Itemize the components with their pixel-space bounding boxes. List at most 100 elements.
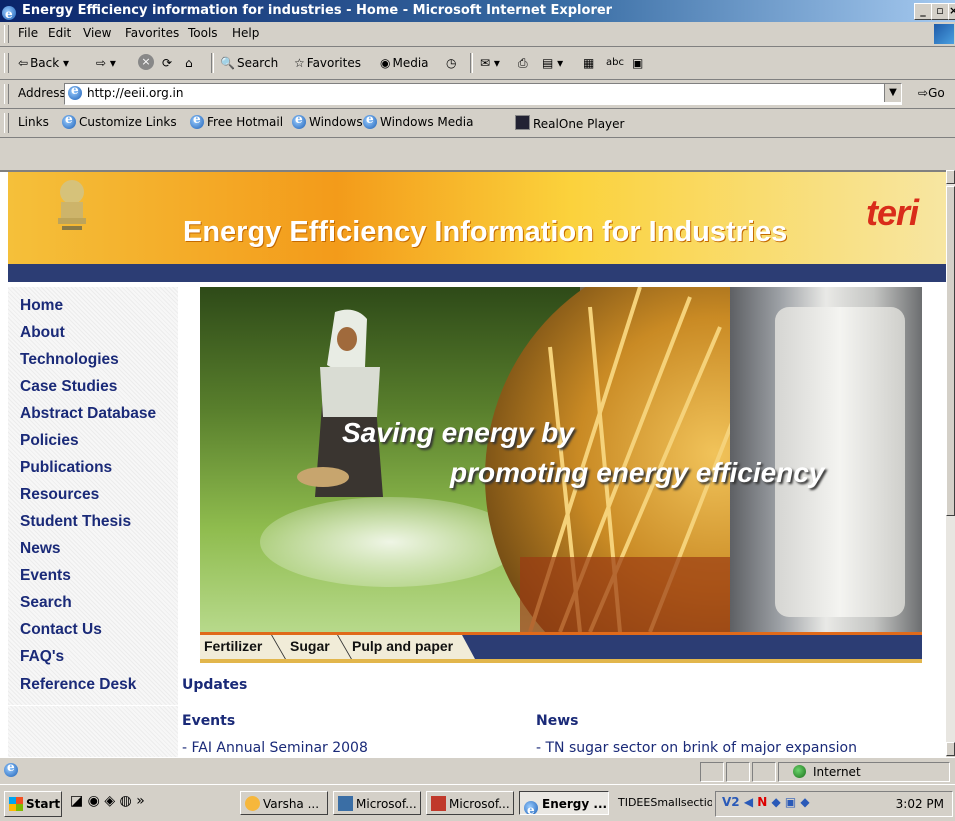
- address-url: http://eeii.org.in: [87, 86, 184, 100]
- nav-resources[interactable]: Resources: [20, 486, 99, 504]
- nav-publications[interactable]: Publications: [20, 459, 112, 477]
- security-zone: Internet: [778, 762, 950, 782]
- nav-technologies[interactable]: Technologies: [20, 351, 119, 369]
- vertical-scrollbar[interactable]: [946, 170, 955, 756]
- spellcheck-icon[interactable]: abc: [606, 54, 624, 72]
- nav-case-studies[interactable]: Case Studies: [20, 378, 117, 396]
- address-bar: Address http://eeii.org.in ▼ ⇨Go: [0, 80, 955, 109]
- favorites-button[interactable]: ☆ Favorites: [294, 54, 361, 72]
- menu-tools[interactable]: Tools: [188, 26, 218, 40]
- back-button[interactable]: ⇦ Back ▾: [18, 54, 69, 72]
- hero-slogan-line1: Saving energy by: [342, 417, 574, 448]
- links-bar: Links Customize Links Free Hotmail Windo…: [0, 109, 955, 138]
- task-microsoft-2[interactable]: Microsof...: [426, 791, 514, 815]
- start-button[interactable]: Start: [4, 791, 62, 817]
- edit-icon[interactable]: ▤ ▾: [542, 54, 563, 72]
- teri-logo[interactable]: teri: [866, 192, 919, 234]
- link-windows-media[interactable]: Windows Media: [363, 112, 473, 129]
- sector-tabs: Fertilizer Sugar Pulp and paper: [200, 632, 922, 663]
- menu-favorites[interactable]: Favorites: [125, 26, 179, 40]
- task-tideesmallsection[interactable]: TIDEESmallsection: [614, 791, 712, 815]
- menu-bar: File Edit View Favorites Tools Help: [0, 22, 955, 47]
- internet-explorer-icon: [2, 3, 18, 25]
- nav-about[interactable]: About: [20, 324, 65, 342]
- window-title: Energy Efficiency information for indust…: [22, 3, 613, 18]
- nav-student-thesis[interactable]: Student Thesis: [20, 513, 131, 531]
- link-windows[interactable]: Windows: [292, 112, 363, 129]
- page-status-icon: [4, 760, 21, 777]
- address-input[interactable]: http://eeii.org.in ▼: [64, 83, 902, 105]
- links-label: Links: [18, 115, 49, 129]
- go-button[interactable]: ⇨Go: [918, 86, 945, 100]
- nav-policies[interactable]: Policies: [20, 432, 79, 450]
- nav-home[interactable]: Home: [20, 297, 63, 315]
- banner-strip: [8, 264, 946, 282]
- address-dropdown-icon[interactable]: ▼: [884, 84, 901, 102]
- quick-launch-icons[interactable]: ◪ ◉ ◈ ◍ »: [70, 793, 145, 809]
- maximize-button[interactable]: ▫: [931, 3, 949, 20]
- hero-slogan-line2: promoting energy efficiency: [450, 457, 825, 488]
- search-button[interactable]: 🔍 Search: [220, 54, 278, 72]
- windows-logo-icon: [9, 797, 23, 811]
- tab-pulp-and-paper[interactable]: Pulp and paper: [352, 638, 453, 654]
- banner-title: Energy Efficiency Information for Indust…: [183, 216, 788, 248]
- national-emblem-icon: [58, 180, 86, 230]
- events-heading: Events: [182, 713, 236, 729]
- nav-abstract-database[interactable]: Abstract Database: [20, 405, 156, 423]
- home-icon[interactable]: ⌂: [185, 54, 193, 72]
- tab-fertilizer[interactable]: Fertilizer: [204, 638, 262, 654]
- link-customize-links[interactable]: Customize Links: [62, 112, 177, 129]
- print-icon[interactable]: ⎙: [518, 54, 528, 72]
- nav-events[interactable]: Events: [20, 567, 71, 585]
- windows-flag-icon: [934, 24, 954, 44]
- tab-sugar[interactable]: Sugar: [290, 638, 330, 654]
- scroll-thumb[interactable]: [946, 186, 955, 516]
- status-bar: Internet: [0, 757, 955, 784]
- refresh-icon[interactable]: ⟳: [162, 54, 172, 72]
- scroll-down-button[interactable]: [946, 742, 955, 756]
- nav-contact-us[interactable]: Contact Us: [20, 621, 102, 639]
- link-free-hotmail[interactable]: Free Hotmail: [190, 112, 283, 129]
- standard-toolbar: ⇦ Back ▾ ⇨ ▾ × ⟳ ⌂ 🔍 Search ☆ Favorites ◉ Me…: [0, 47, 955, 80]
- updates-heading: Updates: [182, 677, 248, 693]
- messenger-icon[interactable]: ▣: [632, 54, 643, 72]
- clock: 3:02 PM: [895, 797, 944, 811]
- events-item[interactable]: - FAI Annual Seminar 2008: [182, 740, 368, 756]
- site-banner: Energy Efficiency Information for Indust…: [8, 172, 946, 264]
- task-varsha[interactable]: Varsha ...: [240, 791, 328, 815]
- page-viewport[interactable]: Energy Efficiency Information for Indust…: [0, 170, 946, 758]
- media-button[interactable]: ◉ Media: [380, 54, 429, 72]
- nav-faqs[interactable]: FAQ's: [20, 648, 64, 666]
- menu-edit[interactable]: Edit: [48, 26, 71, 40]
- page-icon: [68, 83, 85, 100]
- window-title-bar[interactable]: Energy Efficiency information for indust…: [0, 0, 955, 25]
- farmer-figure: [297, 309, 383, 497]
- discuss-icon[interactable]: ▦: [583, 54, 594, 72]
- stop-icon[interactable]: ×: [138, 54, 154, 70]
- nav-reference-desk[interactable]: Reference Desk: [20, 676, 136, 694]
- minimize-button[interactable]: _: [914, 3, 932, 20]
- link-realone-player[interactable]: RealOne Player: [515, 115, 624, 131]
- tray-icons[interactable]: V2 ◀ N ◆ ▣ ◆: [722, 795, 810, 809]
- nav-search[interactable]: Search: [20, 594, 72, 612]
- sidebar-nav: Home About Technologies Case Studies Abs…: [8, 287, 178, 758]
- nav-news[interactable]: News: [20, 540, 61, 558]
- task-microsoft-1[interactable]: Microsof...: [333, 791, 421, 815]
- system-tray: V2 ◀ N ◆ ▣ ◆ 3:02 PM: [715, 791, 953, 817]
- news-item[interactable]: - TN sugar sector on brink of major expa…: [536, 740, 857, 756]
- task-energy[interactable]: Energy ...: [519, 791, 609, 815]
- forward-button[interactable]: ⇨ ▾: [96, 54, 116, 72]
- menu-file[interactable]: File: [18, 26, 38, 40]
- close-button[interactable]: ×: [948, 3, 955, 20]
- address-label: Address: [18, 86, 66, 100]
- news-heading: News: [536, 713, 579, 729]
- menu-view[interactable]: View: [83, 26, 111, 40]
- zone-label: Internet: [813, 765, 861, 779]
- mail-icon[interactable]: ✉ ▾: [480, 54, 500, 72]
- scroll-up-button[interactable]: [946, 170, 955, 184]
- menu-help[interactable]: Help: [232, 26, 259, 40]
- history-icon[interactable]: ◷: [446, 54, 456, 72]
- taskbar: Start ◪ ◉ ◈ ◍ » Varsha ... Microsof... M…: [0, 784, 955, 821]
- hero-image: Saving energy by promoting energy effici…: [200, 287, 922, 632]
- internet-zone-icon: [793, 765, 806, 778]
